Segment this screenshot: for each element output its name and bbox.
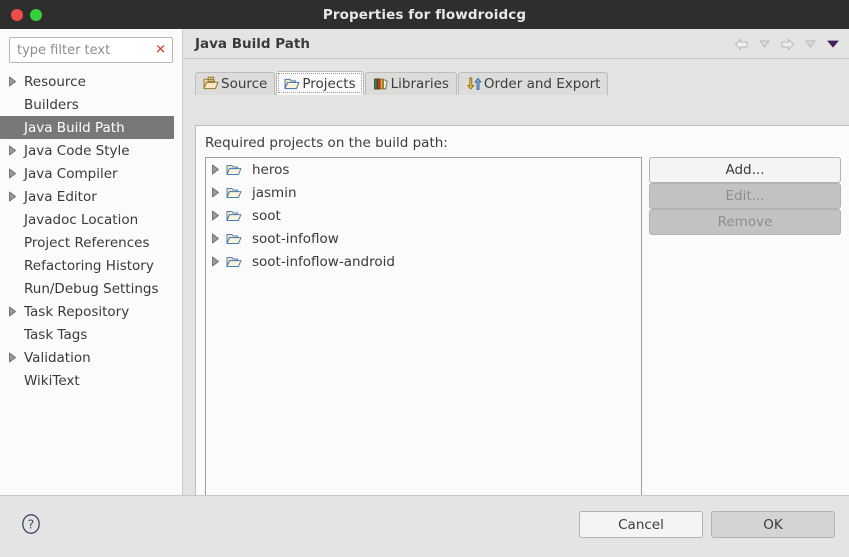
expand-triangle-icon[interactable] <box>8 352 24 363</box>
forward-dropdown-icon[interactable] <box>800 34 820 54</box>
folder-icon <box>226 162 247 178</box>
sidebar-item-label: Javadoc Location <box>24 211 139 228</box>
tab-strip: Source Projects Libraries Order and Export <box>195 71 849 95</box>
forward-arrow-icon[interactable] <box>777 34 797 54</box>
expand-triangle-icon[interactable] <box>211 187 226 198</box>
sidebar-item-label: Run/Debug Settings <box>24 280 159 297</box>
remove-button[interactable]: Remove <box>649 209 841 235</box>
back-dropdown-icon[interactable] <box>754 34 774 54</box>
tab-label: Libraries <box>390 76 449 92</box>
sidebar-item-label: Java Build Path <box>24 119 125 136</box>
source-folder-icon <box>203 76 219 92</box>
sidebar-item-java-code-style[interactable]: Java Code Style <box>0 139 182 162</box>
tab-label: Order and Export <box>483 76 601 92</box>
sidebar-item-java-build-path[interactable]: Java Build Path <box>0 116 174 139</box>
search-input[interactable] <box>10 38 172 62</box>
content-pane: Java Build Path Source Projects Librarie… <box>184 29 849 513</box>
sidebar-item-label: WikiText <box>24 372 80 389</box>
sidebar-item-java-compiler[interactable]: Java Compiler <box>0 162 182 185</box>
sidebar-item-java-editor[interactable]: Java Editor <box>0 185 182 208</box>
list-item[interactable]: soot-infoflow <box>206 227 641 250</box>
expand-triangle-icon[interactable] <box>8 306 24 317</box>
tab-order-and-export[interactable]: Order and Export <box>457 72 609 95</box>
clear-x-icon[interactable]: ✕ <box>155 44 166 57</box>
sidebar-item-validation[interactable]: Validation <box>0 346 182 369</box>
sidebar-item-label: Resource <box>24 73 86 90</box>
dialog-body: ✕ Resource Builders Java Build Path Java Co… <box>0 29 849 513</box>
project-name: jasmin <box>252 184 297 201</box>
sidebar-item-task-tags[interactable]: Task Tags <box>0 323 182 346</box>
required-projects-list[interactable]: heros jasmin soot soot-infoflow soot-infoflo… <box>205 157 642 505</box>
list-item[interactable]: heros <box>206 158 641 181</box>
expand-triangle-icon[interactable] <box>8 168 24 179</box>
ok-button[interactable]: OK <box>711 511 835 538</box>
sidebar-item-label: Java Editor <box>24 188 97 205</box>
back-arrow-icon[interactable] <box>731 34 751 54</box>
list-item[interactable]: soot <box>206 204 641 227</box>
tab-label: Projects <box>302 75 356 92</box>
sidebar-item-label: Task Tags <box>24 326 88 343</box>
help-question-icon[interactable]: ? <box>19 512 43 536</box>
cancel-button[interactable]: Cancel <box>579 511 703 538</box>
expand-triangle-icon[interactable] <box>8 76 24 87</box>
expand-triangle-icon[interactable] <box>211 256 226 267</box>
window-title: Properties for flowdroidcg <box>322 6 527 23</box>
sidebar-item-refactoring-history[interactable]: Refactoring History <box>0 254 182 277</box>
filter-container: ✕ <box>0 29 182 63</box>
sidebar-item-label: Refactoring History <box>24 257 154 274</box>
expand-triangle-icon[interactable] <box>211 164 226 175</box>
page-title: Java Build Path <box>195 35 310 52</box>
project-name: soot <box>252 207 281 224</box>
projects-folder-icon <box>284 76 300 92</box>
folder-icon <box>226 208 247 224</box>
expand-triangle-icon[interactable] <box>211 233 226 244</box>
svg-text:?: ? <box>28 517 35 532</box>
panel-label: Required projects on the build path: <box>205 135 448 151</box>
sidebar-item-label: Task Repository <box>24 303 130 320</box>
sidebar-item-run-debug-settings[interactable]: Run/Debug Settings <box>0 277 182 300</box>
tab-projects[interactable]: Projects <box>276 71 364 95</box>
sidebar-item-builders[interactable]: Builders <box>0 93 182 116</box>
tab-label: Source <box>221 76 268 92</box>
edit-button[interactable]: Edit... <box>649 183 841 209</box>
tab-panel-projects: Required projects on the build path: her… <box>195 125 849 513</box>
list-item[interactable]: jasmin <box>206 181 641 204</box>
sidebar-item-project-references[interactable]: Project References <box>0 231 182 254</box>
add-button[interactable]: Add... <box>649 157 841 183</box>
tab-libraries[interactable]: Libraries <box>364 72 457 95</box>
expand-triangle-icon[interactable] <box>8 191 24 202</box>
expand-triangle-icon[interactable] <box>211 210 226 221</box>
project-name: soot-infoflow <box>252 230 339 247</box>
sidebar-item-resource[interactable]: Resource <box>0 70 182 93</box>
filter-box[interactable]: ✕ <box>9 37 173 63</box>
footer-buttons: Cancel OK <box>579 511 835 538</box>
sidebar-item-javadoc-location[interactable]: Javadoc Location <box>0 208 182 231</box>
sidebar-item-label: Java Code Style <box>24 142 130 159</box>
header-nav <box>731 29 843 59</box>
folder-icon <box>226 231 247 247</box>
tab-source[interactable]: Source <box>195 72 276 95</box>
sidebar-item-label: Java Compiler <box>24 165 118 182</box>
sidebar-item-label: Builders <box>24 96 79 113</box>
libraries-books-icon <box>373 76 389 92</box>
expand-triangle-icon[interactable] <box>8 145 24 156</box>
settings-tree: Resource Builders Java Build Path Java Code… <box>0 70 182 392</box>
project-name: soot-infoflow-android <box>252 253 395 270</box>
sidebar-item-label: Validation <box>24 349 91 366</box>
sidebar-item-label: Project References <box>24 234 150 251</box>
sidebar-item-wikitext[interactable]: WikiText <box>0 369 182 392</box>
sidebar: ✕ Resource Builders Java Build Path Java Co… <box>0 29 183 495</box>
sidebar-item-task-repository[interactable]: Task Repository <box>0 300 182 323</box>
page-header: Java Build Path <box>184 29 849 59</box>
folder-icon <box>226 254 247 270</box>
list-action-buttons: Add... Edit... Remove <box>649 157 849 235</box>
order-export-arrows-icon <box>466 76 482 92</box>
folder-icon <box>226 185 247 201</box>
list-item[interactable]: soot-infoflow-android <box>206 250 641 273</box>
menu-dropdown-icon[interactable] <box>823 34 843 54</box>
project-name: heros <box>252 161 290 178</box>
title-bar: Properties for flowdroidcg <box>0 0 849 29</box>
